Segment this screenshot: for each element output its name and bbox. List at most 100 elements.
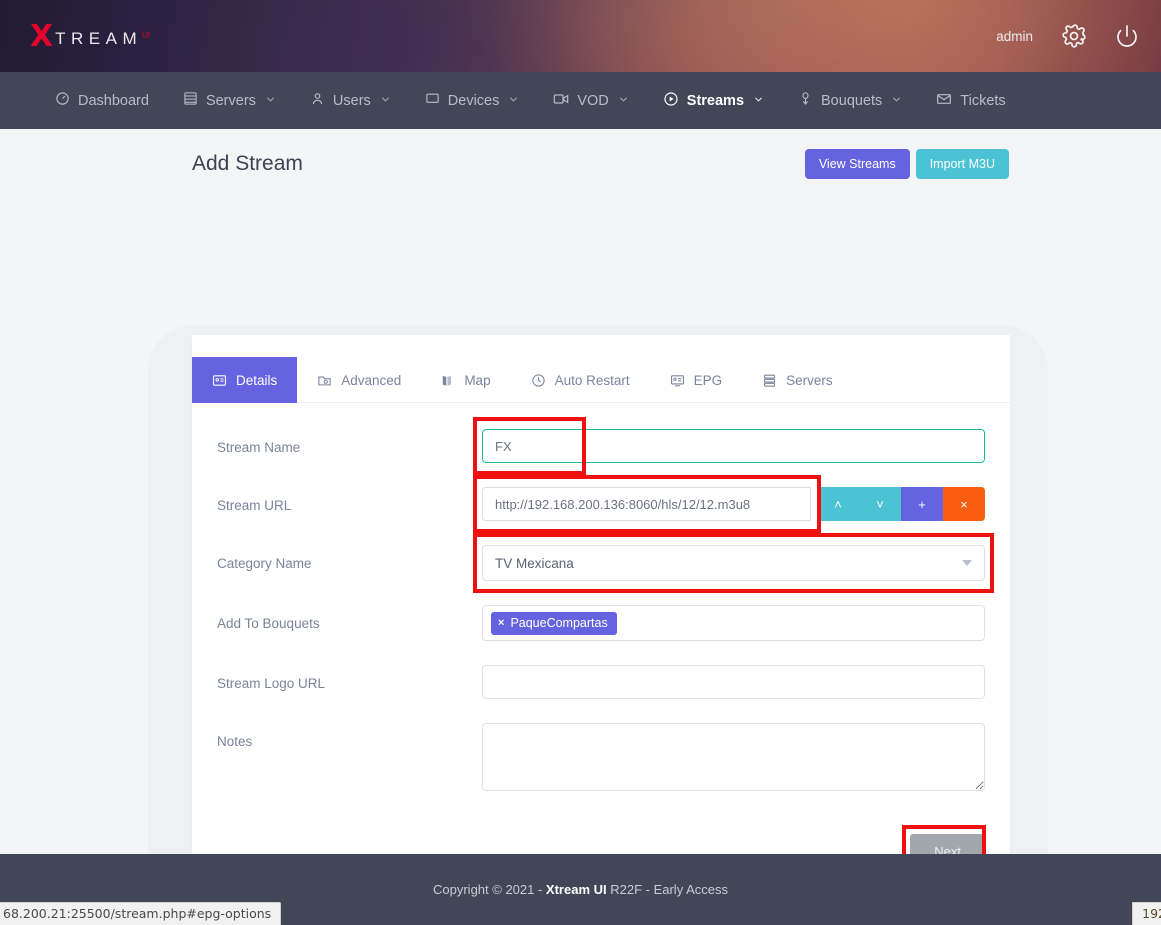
page-header-buttons: View Streams Import M3U	[805, 149, 1009, 179]
browser-status-bar: 68.200.21:25500/stream.php#epg-options	[0, 902, 281, 925]
page-footer: Copyright © 2021 - Xtream UI R22F - Earl…	[0, 854, 1161, 925]
nav-item-bouquets[interactable]: Bouquets	[781, 72, 919, 129]
stream-name-field-wrap	[482, 429, 985, 463]
view-streams-button[interactable]: View Streams	[805, 149, 910, 179]
device-icon	[425, 91, 440, 110]
tab-label: Map	[464, 373, 490, 388]
page-header: Add Stream View Streams Import M3U	[0, 129, 1161, 179]
notes-label: Notes	[217, 723, 482, 749]
category-name-label: Category Name	[217, 545, 482, 571]
nav-label: VOD	[577, 93, 608, 109]
import-m3u-button[interactable]: Import M3U	[916, 149, 1009, 179]
header-actions: admin	[996, 0, 1139, 72]
nav-item-dashboard[interactable]: Dashboard	[38, 72, 166, 129]
copyright-text: Copyright © 2021 - Xtream UI R22F - Earl…	[433, 882, 728, 897]
nav-label: Devices	[448, 93, 500, 109]
chevron-down-icon	[380, 94, 391, 108]
stream-url-label: Stream URL	[217, 487, 482, 513]
servers-icon	[762, 373, 777, 388]
nav-label: Dashboard	[78, 93, 149, 109]
add-url-button[interactable]: +	[901, 487, 943, 521]
nav-item-devices[interactable]: Devices	[408, 72, 537, 129]
tab-servers[interactable]: Servers	[742, 357, 853, 403]
nav-label: Bouquets	[821, 93, 882, 109]
username-label[interactable]: admin	[996, 29, 1033, 44]
stream-logo-url-input[interactable]	[482, 665, 985, 699]
chevron-down-icon	[962, 560, 972, 566]
move-up-button[interactable]: ˄	[817, 487, 859, 521]
notes-textarea[interactable]	[482, 723, 985, 791]
nav-label: Tickets	[960, 93, 1005, 109]
stream-logo-url-field-wrap	[482, 665, 985, 699]
chevron-down-icon	[891, 94, 902, 108]
gear-icon[interactable]	[1061, 23, 1087, 49]
remove-url-button[interactable]: ×	[943, 487, 985, 521]
logo-superscript: UI	[142, 30, 150, 39]
browser-status-bar-right: 192	[1132, 902, 1161, 925]
nav-item-vod[interactable]: VOD	[536, 72, 645, 129]
form-row-category-name: Category Name TV Mexicana	[217, 545, 985, 581]
chevron-down-icon	[753, 94, 764, 108]
chevron-down-icon	[618, 94, 629, 108]
form-row-notes: Notes	[217, 723, 985, 796]
stream-name-label: Stream Name	[217, 429, 482, 455]
category-name-value: TV Mexicana	[495, 556, 574, 571]
remove-tag-icon[interactable]: ×	[498, 617, 504, 629]
stream-logo-url-label: Stream Logo URL	[217, 665, 482, 691]
tab-advanced[interactable]: Advanced	[297, 357, 421, 403]
bouquet-tag-label: PaqueCompartas	[510, 616, 607, 630]
nav-item-streams[interactable]: Streams	[646, 72, 781, 129]
chevron-down-icon	[265, 94, 276, 108]
category-name-field-wrap: TV Mexicana	[482, 545, 985, 581]
tab-map[interactable]: Map	[421, 357, 510, 403]
power-icon[interactable]	[1115, 24, 1139, 48]
tab-epg[interactable]: EPG	[650, 357, 743, 403]
logo-wordmark: TREAMUI	[55, 25, 150, 49]
advanced-icon	[317, 373, 332, 388]
form-row-stream-url: Stream URL ˄ ˅ + ×	[217, 487, 985, 521]
tab-label: Details	[236, 373, 277, 388]
bouquet-icon	[798, 91, 813, 110]
tab-details[interactable]: Details	[192, 357, 297, 403]
page-title: Add Stream	[192, 152, 303, 176]
nav-item-servers[interactable]: Servers	[166, 72, 293, 129]
video-icon	[553, 91, 569, 111]
mail-icon	[936, 91, 952, 111]
user-icon	[310, 91, 325, 110]
category-name-select[interactable]: TV Mexicana	[482, 545, 985, 581]
form-tabs: Details Advanced Map	[192, 357, 1010, 403]
top-brand-bar: X TREAMUI admin	[0, 0, 1161, 72]
add-to-bouquets-field-wrap: × PaqueCompartas	[482, 605, 985, 641]
stream-name-input[interactable]	[482, 429, 985, 463]
logo-x-mark: X	[30, 22, 53, 52]
details-icon	[212, 373, 227, 388]
page-content: Add Stream View Streams Import M3U Detai…	[0, 129, 1161, 854]
bouquet-tag[interactable]: × PaqueCompartas	[491, 612, 617, 635]
add-stream-card: Details Advanced Map	[192, 335, 1010, 899]
map-icon	[441, 373, 455, 388]
nav-item-tickets[interactable]: Tickets	[919, 72, 1022, 129]
main-navigation: Dashboard Servers Users Devices	[0, 72, 1161, 129]
nav-label: Users	[333, 93, 371, 109]
move-down-button[interactable]: ˅	[859, 487, 901, 521]
notes-field-wrap	[482, 723, 985, 796]
stream-url-input[interactable]	[482, 487, 811, 521]
tab-label: EPG	[694, 373, 723, 388]
tab-label: Advanced	[341, 373, 401, 388]
clock-icon	[531, 373, 546, 388]
nav-label: Streams	[687, 93, 744, 109]
nav-label: Servers	[206, 93, 256, 109]
bouquets-tag-input[interactable]: × PaqueCompartas	[482, 605, 985, 641]
tab-auto-restart[interactable]: Auto Restart	[511, 357, 650, 403]
stream-url-input-group: ˄ ˅ + ×	[482, 487, 985, 521]
form-row-stream-name: Stream Name	[217, 429, 985, 463]
chevron-down-icon	[508, 94, 519, 108]
epg-icon	[670, 373, 685, 388]
footer-brand: Xtream UI	[546, 882, 607, 897]
xtream-logo[interactable]: X TREAMUI	[30, 22, 150, 52]
stream-url-buttons: ˄ ˅ + ×	[817, 487, 985, 521]
form-row-add-to-bouquets: Add To Bouquets × PaqueCompartas	[217, 605, 985, 641]
decor-swirl-3	[200, 0, 580, 72]
tab-label: Auto Restart	[555, 373, 630, 388]
nav-item-users[interactable]: Users	[293, 72, 408, 129]
